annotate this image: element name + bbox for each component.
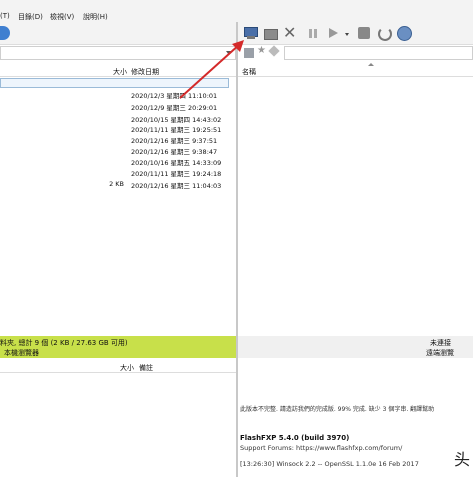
globe-icon[interactable] [396,25,412,41]
right-path-field[interactable] [284,46,473,60]
left-status-subtext: 本機瀏覽器 [4,349,39,357]
menu-directory[interactable]: 目錄(D) [18,12,43,22]
menu-help[interactable]: 說明(H) [83,12,108,22]
queue-column-note[interactable]: 備註 [139,363,153,373]
menu-view[interactable]: 檢視(V) [50,12,74,22]
log-winsock: [13:26:30] Winsock 2.2 -- OpenSSL 1.1.0e… [240,460,419,468]
file-row[interactable]: 2020/12/16 星期三 9:38:47 [0,145,236,156]
play-icon[interactable] [326,25,342,41]
file-row[interactable]: 2020/10/16 星期五 14:33:09 [0,156,236,167]
column-name[interactable]: 名稱 [242,67,256,77]
queue-column-size[interactable]: 大小 [120,363,134,373]
right-status-subtext: 遠端瀏覽 [426,349,454,357]
file-row[interactable]: 2020/12/16 星期三 9:37:51 [0,134,236,145]
log-app-version: FlashFXP 5.4.0 (build 3970) [240,434,350,442]
pause-icon[interactable] [306,25,322,41]
sort-indicator-icon [368,63,374,66]
file-row[interactable]: 2020/10/15 星期四 14:43:02 [0,113,236,124]
menu-bar: (T) 目錄(D) 檢視(V) 說明(H) [0,0,473,22]
transfer-icon[interactable] [356,25,372,41]
log-panel: 此版本不完整. 請造訪我們的完成版. 99% 完成. 缺少 3 個字串. 翻譯幫… [238,404,473,477]
log-notice: 此版本不完整. 請造訪我們的完成版. 99% 完成. 缺少 3 個字串. 翻譯幫… [240,406,435,413]
log-support: Support Forums: https://www.flashfxp.com… [240,444,403,452]
star-icon[interactable]: ★ [257,45,266,56]
left-status-bar: 料夾, 總計 9 個 (2 KB / 27.63 GB 可用) 本機瀏覽器 [0,336,236,358]
connect-icon[interactable] [0,26,10,40]
play-options-chevron-icon[interactable] [345,33,349,36]
left-status-text: 料夾, 總計 9 個 (2 KB / 27.63 GB 可用) [0,339,128,347]
file-row[interactable]: 2020/11/11 星期三 19:25:51 [0,123,236,134]
bookmark-icon[interactable] [268,45,280,57]
file-row[interactable]: 2 KB 2020/12/16 星期三 11:04:03 [0,179,236,190]
column-size[interactable]: 大小 [113,67,127,77]
quick-connect-icon[interactable] [263,25,279,41]
column-date[interactable]: 修改日期 [131,67,159,77]
queue-header: 大小 備註 [0,360,236,373]
file-row[interactable]: 2020/11/11 星期三 19:24:18 [0,167,236,178]
refresh-icon[interactable] [376,25,392,41]
right-status-bar: 未連接 遠端瀏覽 [238,336,473,358]
watermark: 头 [454,450,471,469]
right-list-header: 名稱 [238,64,473,77]
menu-tools[interactable]: (T) [0,12,10,20]
disconnect-icon[interactable]: ✕ [283,25,299,41]
right-status-text: 未連接 [430,339,451,347]
